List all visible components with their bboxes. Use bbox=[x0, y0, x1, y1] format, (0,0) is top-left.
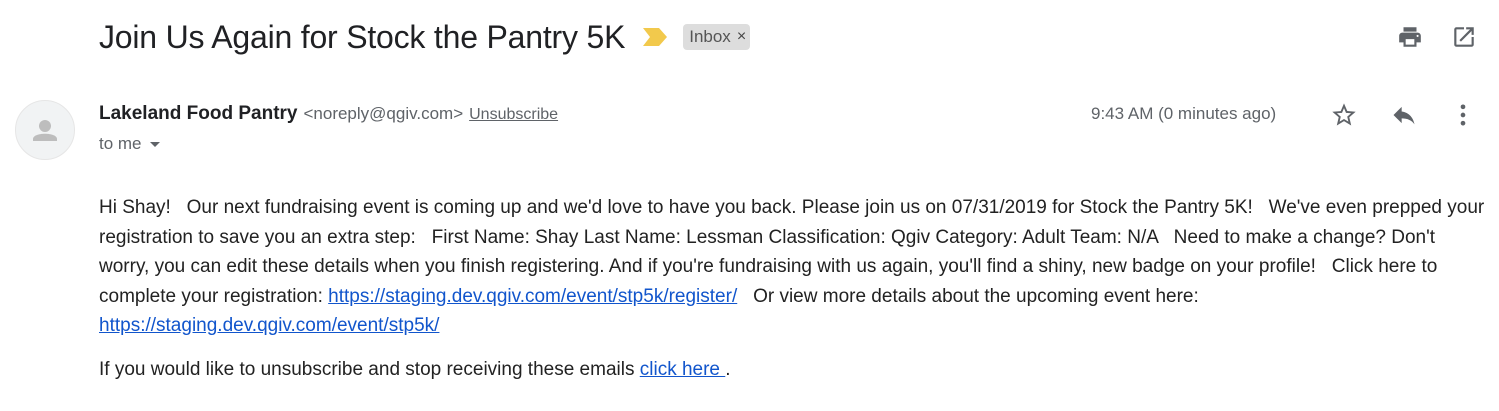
email-subject: Join Us Again for Stock the Pantry 5K bbox=[99, 18, 626, 55]
sender-avatar[interactable] bbox=[15, 100, 75, 160]
importance-marker-icon[interactable] bbox=[643, 28, 668, 46]
subject-row: Join Us Again for Stock the Pantry 5K In… bbox=[99, 14, 751, 60]
event-details-link[interactable]: https://staging.dev.qgiv.com/event/stp5k… bbox=[99, 315, 439, 336]
unsubscribe-footer-end: . bbox=[725, 359, 731, 380]
reply-arrow-icon[interactable] bbox=[1390, 101, 1418, 129]
sender-email: <noreply@qgiv.com> bbox=[303, 104, 464, 123]
label-chip-text: Inbox bbox=[689, 27, 731, 46]
unsubscribe-footer-text: If you would like to unsubscribe and sto… bbox=[99, 359, 640, 380]
printer-icon[interactable] bbox=[1397, 24, 1423, 50]
star-outline-icon[interactable] bbox=[1330, 101, 1358, 129]
recipient-details-toggle[interactable]: to me bbox=[99, 134, 160, 154]
recipient-label: to me bbox=[99, 134, 142, 153]
remove-label-icon[interactable]: × bbox=[737, 28, 746, 46]
unsubscribe-click-here-link[interactable]: click here bbox=[640, 359, 726, 380]
sender-row: Lakeland Food Pantry <noreply@qgiv.com> … bbox=[99, 103, 558, 125]
body-text-middle: Or view more details about the upcoming … bbox=[737, 285, 1205, 307]
email-body: Hi Shay! Our next fundraising event is c… bbox=[99, 193, 1489, 341]
open-in-new-window-icon[interactable] bbox=[1451, 24, 1477, 50]
registration-link[interactable]: https://staging.dev.qgiv.com/event/stp5k… bbox=[328, 286, 737, 307]
unsubscribe-footer: If you would like to unsubscribe and sto… bbox=[99, 355, 731, 384]
sender-name[interactable]: Lakeland Food Pantry bbox=[99, 103, 297, 125]
unsubscribe-link[interactable]: Unsubscribe bbox=[469, 106, 558, 124]
label-chip-inbox[interactable]: Inbox × bbox=[683, 24, 751, 50]
email-timestamp: 9:43 AM (0 minutes ago) bbox=[1091, 104, 1277, 123]
person-placeholder-icon bbox=[33, 120, 57, 141]
more-vertical-icon[interactable] bbox=[1449, 101, 1477, 129]
chevron-down-icon[interactable] bbox=[149, 141, 160, 147]
